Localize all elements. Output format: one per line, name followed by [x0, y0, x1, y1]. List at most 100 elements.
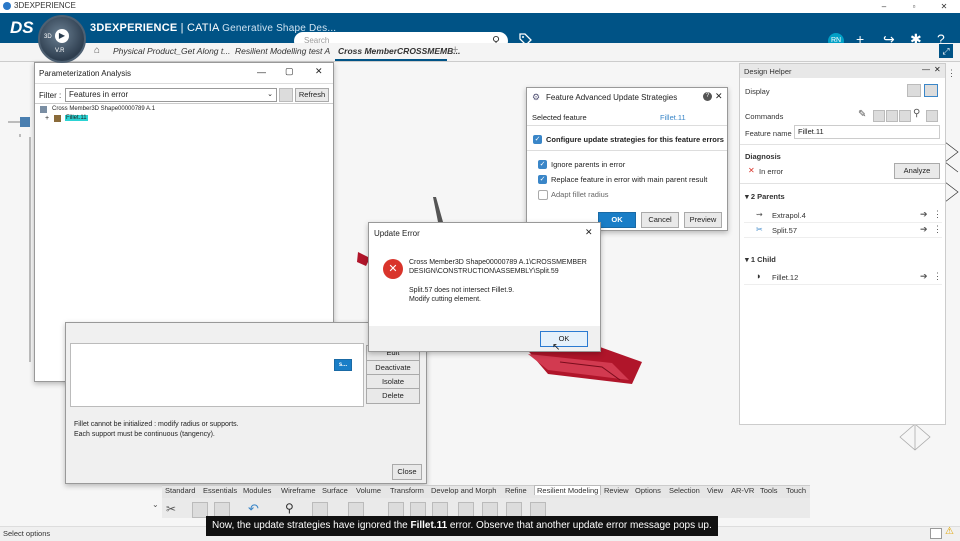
command-icon-1[interactable]: [873, 110, 885, 122]
ok-button[interactable]: OK: [598, 212, 636, 228]
minimize-button[interactable]: –: [872, 0, 896, 13]
parent-name: Split.57: [772, 226, 798, 235]
toolbar-tab-review[interactable]: Review: [604, 486, 629, 495]
navigate-icon[interactable]: ➔: [920, 224, 928, 235]
tab-cross-member[interactable]: Cross MemberCROSSMEMB...: [338, 46, 460, 56]
filter-select[interactable]: Features in error ⌄: [65, 88, 277, 102]
close-window-button[interactable]: ✕: [932, 0, 956, 13]
command-icon-2[interactable]: [886, 110, 898, 122]
filter-value: Features in error: [69, 90, 129, 99]
chevron-down-icon[interactable]: ⌄: [152, 500, 159, 509]
home-icon[interactable]: ⌂: [94, 45, 100, 56]
toolbar-tab-modules[interactable]: Modules: [243, 486, 271, 495]
refresh-button[interactable]: Refresh: [295, 88, 329, 102]
product-icon: [40, 106, 47, 113]
add-tab-icon[interactable]: +: [452, 44, 458, 56]
more-icon[interactable]: ⋮: [933, 224, 942, 235]
parent-row[interactable]: ⇝ Extrapol.4 ➔ ⋮: [744, 208, 942, 223]
warning-icon[interactable]: ⚠: [945, 526, 954, 537]
toolbar-tab-surface[interactable]: Surface: [322, 486, 348, 495]
selected-feature-value: Fillet.11: [660, 113, 686, 122]
expand-icon[interactable]: ⤢: [939, 44, 953, 58]
tab-physical-product[interactable]: Physical Product_Get Along t...: [113, 46, 230, 56]
close-icon[interactable]: ✕: [585, 227, 593, 238]
cut-icon[interactable]: ✂: [166, 502, 184, 516]
play-icon[interactable]: ▶: [55, 29, 69, 43]
toolbar-tab-transform[interactable]: Transform: [390, 486, 424, 495]
panel-title: Design Helper: [744, 67, 792, 76]
update-error-dialog[interactable]: Update Error ✕ ✕ Cross Member3D Shape000…: [368, 222, 601, 352]
help-icon[interactable]: ?: [703, 92, 712, 101]
filter-options-icon[interactable]: [279, 88, 293, 102]
more-icon[interactable]: ⋮: [933, 209, 942, 220]
toolbar-tab-resilient-modeling[interactable]: Resilient Modeling: [534, 485, 602, 495]
toolbar-tab-volume[interactable]: Volume: [356, 486, 381, 495]
pencil-icon[interactable]: ✎: [858, 109, 866, 120]
configure-label: Configure update strategies for this fea…: [546, 135, 724, 144]
child-row[interactable]: ◗ Fillet.12 ➔ ⋮: [744, 270, 942, 285]
selected-feature-label: Selected feature: [532, 113, 587, 122]
toolbar-tab-essentials[interactable]: Essentials: [203, 486, 237, 495]
compass-widget[interactable]: 3D ▶ V.R: [38, 15, 86, 63]
more-icon[interactable]: ⋮: [933, 271, 942, 282]
feature-name-field[interactable]: Fillet.11: [794, 125, 940, 139]
minimize-icon[interactable]: —: [257, 67, 266, 77]
toolbar-tab-refine[interactable]: Refine: [505, 486, 527, 495]
toolbar-tab-ar-vr[interactable]: AR-VR: [731, 486, 754, 495]
toolbar-tab-standard[interactable]: Standard: [165, 486, 195, 495]
display-mode-icon[interactable]: [924, 84, 938, 97]
design-helper-panel[interactable]: Design Helper — ✕ Display Commands ✎ ⚲ F…: [739, 63, 946, 425]
zoom-icon[interactable]: ⚲: [285, 501, 294, 515]
delete-button[interactable]: Delete: [366, 388, 420, 404]
undo-icon[interactable]: ↶: [248, 501, 259, 517]
close-icon[interactable]: ✕: [715, 91, 723, 102]
replace-feature-label: Replace feature in error with main paren…: [551, 175, 708, 184]
toolbar-tab-develop-and-morph[interactable]: Develop and Morph: [431, 486, 496, 495]
mouse-cursor-icon: ↖: [552, 342, 561, 353]
brand-strong: 3DEXPERIENCE: [90, 22, 178, 34]
tree-root[interactable]: Cross Member3D Shape00000789 A.1: [52, 106, 155, 112]
toolbar-tab-view[interactable]: View: [707, 486, 723, 495]
navigate-icon[interactable]: ➔: [920, 209, 928, 220]
command-icon-4[interactable]: [926, 110, 938, 122]
close-icon[interactable]: ✕: [934, 65, 941, 74]
toolbar-tab-selection[interactable]: Selection: [669, 486, 700, 495]
toolbar-tab-wireframe[interactable]: Wireframe: [281, 486, 316, 495]
maximize-icon[interactable]: ▢: [285, 66, 294, 77]
parent-row[interactable]: ✂ Split.57 ➔ ⋮: [744, 223, 942, 238]
parents-header[interactable]: ▾ 2 Parents: [745, 192, 785, 201]
replace-feature-checkbox[interactable]: ✓: [538, 175, 547, 184]
cancel-button[interactable]: Cancel: [641, 212, 679, 228]
close-button[interactable]: Close: [392, 464, 422, 480]
minimize-icon[interactable]: —: [922, 65, 930, 74]
error-path-line1: Cross Member3D Shape00000789 A.1\CROSSME…: [409, 259, 587, 266]
toolbar-tab-options[interactable]: Options: [635, 486, 661, 495]
tree-child-selected[interactable]: Fillet.11: [65, 115, 88, 121]
advanced-update-strategies-dialog[interactable]: ⚙ Feature Advanced Update Strategies ? ✕…: [526, 87, 728, 231]
dialog-title: Update Error: [374, 229, 420, 238]
tree-expand-icon[interactable]: +: [45, 115, 49, 122]
child-header[interactable]: ▾ 1 Child: [745, 255, 776, 264]
maximize-button[interactable]: ▫: [902, 0, 926, 13]
fillet-icon: [54, 115, 61, 122]
ignore-parents-checkbox[interactable]: ✓: [538, 160, 547, 169]
commands-label: Commands: [745, 112, 784, 121]
toolbar-tab-tools[interactable]: Tools: [760, 486, 778, 495]
status-icon[interactable]: [930, 528, 942, 539]
error-message-line2: Modify cutting element.: [409, 296, 481, 303]
close-icon[interactable]: ✕: [315, 66, 323, 77]
visibility-icon[interactable]: [907, 84, 921, 97]
panel-options-icon[interactable]: ⋮: [947, 68, 956, 79]
toolbar-tab-touch[interactable]: Touch: [786, 486, 806, 495]
error-list[interactable]: [70, 343, 364, 407]
search-icon[interactable]: ⚲: [913, 108, 920, 119]
command-icon-3[interactable]: [899, 110, 911, 122]
preview-button[interactable]: Preview: [684, 212, 722, 228]
ok-button[interactable]: OK: [540, 331, 588, 347]
analyze-button[interactable]: Analyze: [894, 163, 940, 179]
configure-checkbox[interactable]: ✓: [533, 135, 542, 144]
tab-resilient-modelling[interactable]: Resilient Modelling test A: [235, 46, 330, 56]
adapt-radius-checkbox[interactable]: [538, 190, 548, 200]
partial-button[interactable]: s...: [334, 359, 352, 371]
navigate-icon[interactable]: ➔: [920, 271, 928, 282]
